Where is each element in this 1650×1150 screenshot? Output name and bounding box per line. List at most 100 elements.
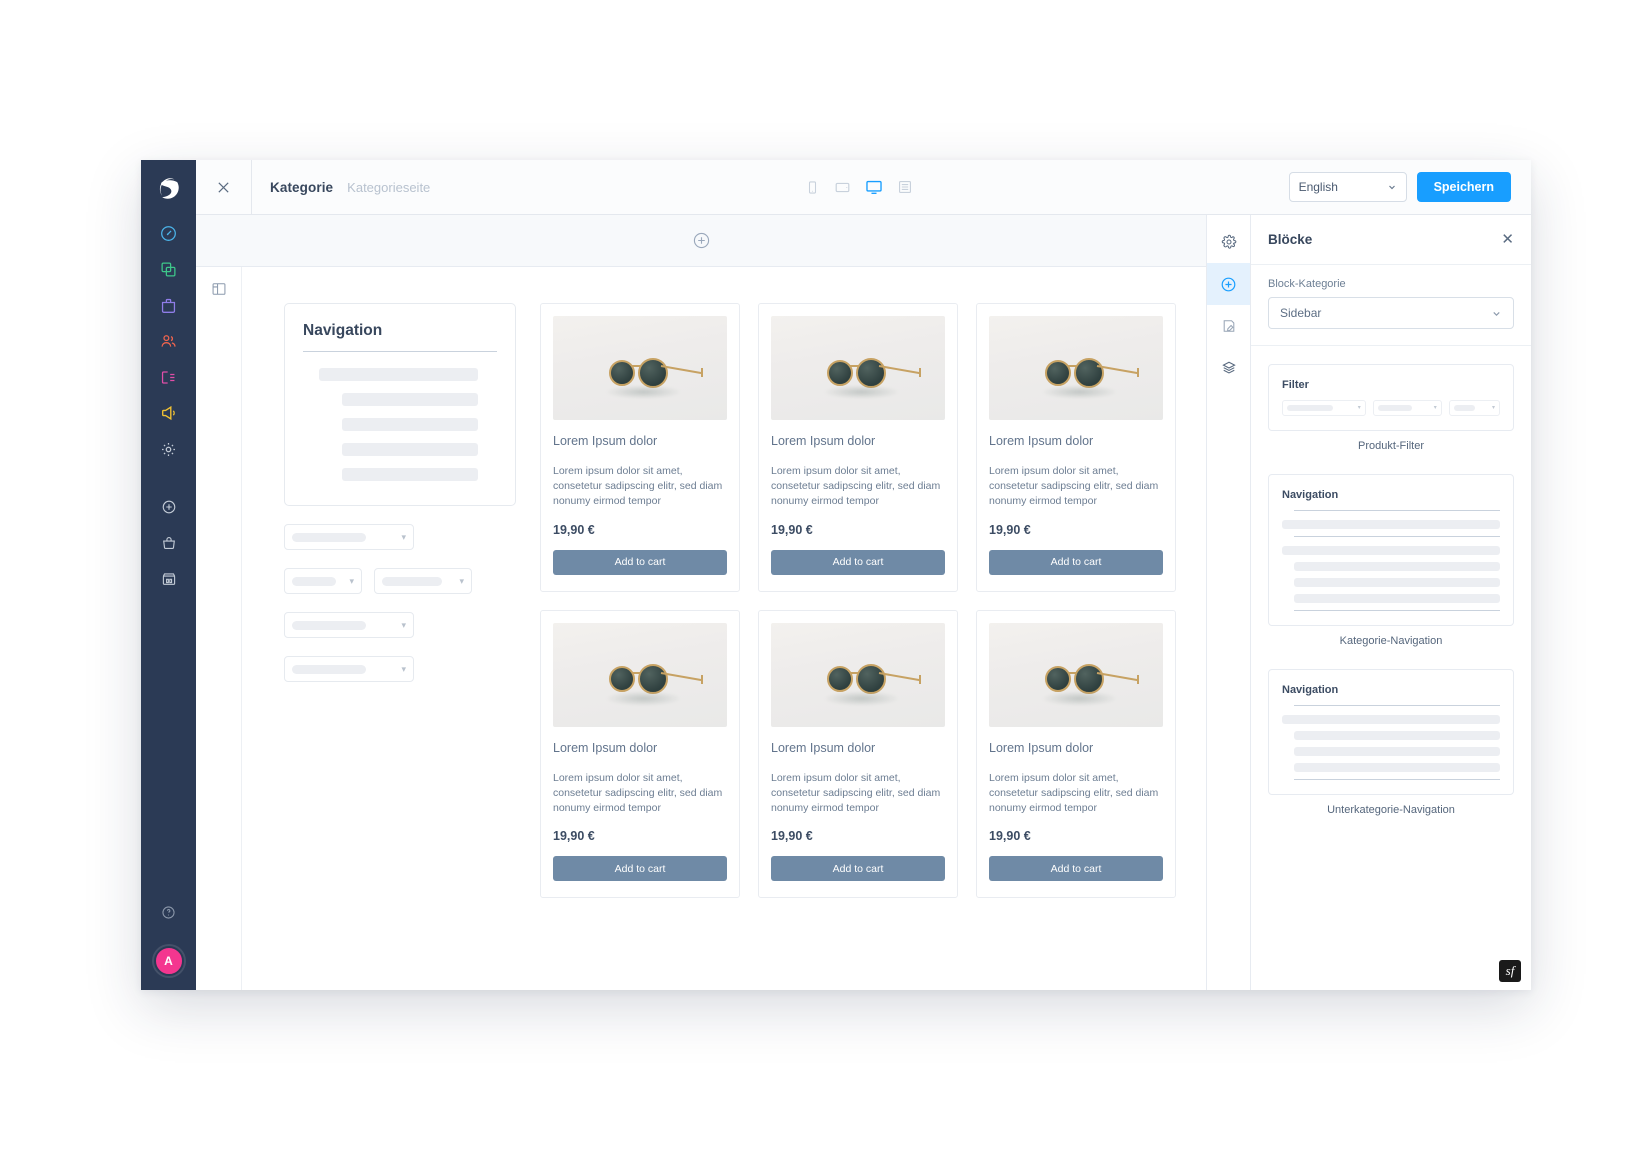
sidebar-item-orders[interactable] bbox=[141, 287, 196, 323]
breadcrumb-title: Kategorie bbox=[270, 179, 334, 195]
device-list-icon[interactable] bbox=[897, 179, 913, 195]
block-category-select[interactable]: Sidebar bbox=[1268, 297, 1514, 329]
divider bbox=[303, 351, 497, 352]
chevron-down-icon: ▾ bbox=[401, 619, 406, 630]
sidebar-item-marketing[interactable] bbox=[141, 395, 196, 431]
sidebar-item-store[interactable] bbox=[141, 525, 196, 561]
block-preview[interactable]: Navigation bbox=[1268, 474, 1514, 626]
add-to-cart-button[interactable]: Add to cart bbox=[771, 856, 945, 882]
add-to-cart-button[interactable]: Add to cart bbox=[553, 856, 727, 882]
sidebar-item-catalogues[interactable] bbox=[141, 251, 196, 287]
add-section-bar bbox=[196, 215, 1206, 267]
close-icon bbox=[218, 181, 229, 193]
product-card[interactable]: Lorem Ipsum dolor Lorem ipsum dolor sit a… bbox=[540, 609, 740, 899]
main-split: Navigation ▾ ▾ ▾ ▾ ▾ Lorem Ipsum dolor L… bbox=[196, 215, 1531, 990]
product-description: Lorem ipsum dolor sit amet, consetetur s… bbox=[771, 465, 941, 508]
layout-columns-icon[interactable] bbox=[211, 281, 227, 990]
sidebar-item-dashboard[interactable] bbox=[141, 215, 196, 251]
shopware-logo-icon[interactable] bbox=[141, 160, 196, 215]
sunglasses-product-image bbox=[553, 316, 727, 420]
block-caption: Unterkategorie-Navigation bbox=[1327, 804, 1455, 816]
product-description: Lorem ipsum dolor sit amet, consetetur s… bbox=[989, 771, 1159, 815]
filter-preview-row: ▾ ▾ ▾ bbox=[1282, 400, 1500, 416]
store-bag-icon bbox=[162, 537, 175, 549]
editor-column: Navigation ▾ ▾ ▾ ▾ ▾ Lorem Ipsum dolor L… bbox=[196, 215, 1206, 990]
product-card[interactable]: Lorem Ipsum dolor Lorem ipsum dolor sit a… bbox=[758, 609, 958, 899]
device-tablet-icon[interactable] bbox=[834, 179, 851, 196]
chevron-down-icon bbox=[1388, 185, 1395, 190]
tab-blocks[interactable] bbox=[1206, 263, 1251, 305]
select-filter-2a[interactable]: ▾ bbox=[284, 568, 362, 594]
select-filter-2b[interactable]: ▾ bbox=[374, 568, 472, 594]
canvas-sidebar: Navigation ▾ ▾ ▾ ▾ ▾ bbox=[284, 303, 516, 990]
skeleton-row bbox=[341, 468, 478, 481]
add-to-cart-button[interactable]: Add to cart bbox=[771, 549, 945, 575]
chevron-down-icon bbox=[1493, 311, 1500, 316]
product-card[interactable]: Lorem Ipsum dolor Lorem ipsum dolor sit a… bbox=[976, 303, 1176, 592]
top-bar: Kategorie Kategorieseite English Speiche… bbox=[196, 160, 1531, 215]
canvas: Navigation ▾ ▾ ▾ ▾ ▾ Lorem Ipsum dolor L… bbox=[242, 267, 1206, 990]
product-card[interactable]: Lorem Ipsum dolor Lorem ipsum dolor sit a… bbox=[976, 609, 1176, 899]
block-category-value: Sidebar bbox=[1280, 306, 1322, 320]
tab-settings[interactable] bbox=[1207, 221, 1251, 263]
breadcrumb: Kategorie Kategorieseite bbox=[252, 160, 430, 214]
product-card[interactable]: Lorem Ipsum dolor Lorem ipsum dolor sit a… bbox=[758, 303, 958, 592]
language-value: English bbox=[1298, 180, 1338, 194]
device-mobile-icon[interactable] bbox=[805, 180, 820, 195]
select-placeholder bbox=[292, 576, 336, 586]
block-category-filter: Block-Kategorie Sidebar bbox=[1251, 265, 1531, 346]
product-title: Lorem Ipsum dolor bbox=[989, 434, 1094, 448]
panel-close-button[interactable]: ✕ bbox=[1501, 232, 1514, 247]
tab-edit[interactable] bbox=[1207, 305, 1251, 347]
save-button[interactable]: Speichern bbox=[1416, 172, 1511, 202]
canvas-navigation-block[interactable]: Navigation bbox=[284, 303, 516, 506]
settings-icon bbox=[162, 442, 175, 456]
select-filter-4[interactable]: ▾ bbox=[284, 656, 414, 682]
product-description: Lorem ipsum dolor sit amet, consetetur s… bbox=[553, 771, 723, 815]
add-to-cart-button[interactable]: Add to cart bbox=[553, 549, 727, 575]
skeleton-row bbox=[318, 368, 478, 381]
filter-select-preview: ▾ bbox=[1282, 400, 1366, 416]
sidebar-item-customers[interactable] bbox=[141, 323, 196, 359]
chevron-down-icon: ▾ bbox=[401, 531, 406, 542]
sunglasses-product-image bbox=[771, 316, 945, 420]
skeleton-row bbox=[341, 418, 478, 431]
add-to-cart-button[interactable]: Add to cart bbox=[989, 549, 1163, 575]
sunglasses-product-image bbox=[989, 622, 1163, 727]
product-title: Lorem Ipsum dolor bbox=[553, 740, 658, 755]
avatar[interactable]: A bbox=[153, 946, 184, 976]
block-list-item[interactable]: Navigation Unterkategorie-Navigation bbox=[1268, 669, 1514, 816]
block-list-item[interactable]: Filter ▾ ▾ ▾ Produkt-Filter bbox=[1268, 364, 1514, 452]
close-editor-button[interactable] bbox=[196, 160, 252, 214]
sidebar-item-settings[interactable] bbox=[141, 431, 196, 467]
select-placeholder bbox=[292, 620, 366, 630]
product-price: 19,90 € bbox=[989, 829, 1031, 844]
block-preview[interactable]: Navigation bbox=[1268, 669, 1514, 795]
sidebar-item-extensions-add[interactable] bbox=[141, 489, 196, 525]
sidebar-item-content[interactable] bbox=[141, 359, 196, 395]
filter-select-preview: ▾ bbox=[1372, 400, 1442, 416]
select-placeholder bbox=[292, 664, 366, 674]
product-title: Lorem Ipsum dolor bbox=[989, 740, 1094, 755]
select-filter-1[interactable]: ▾ bbox=[284, 524, 414, 550]
sidebar-item-help[interactable] bbox=[141, 894, 196, 930]
select-filter-3[interactable]: ▾ bbox=[284, 612, 414, 638]
edit-note-icon bbox=[1223, 320, 1234, 332]
panel-header: Blöcke ✕ bbox=[1251, 215, 1531, 265]
block-preview[interactable]: Filter ▾ ▾ ▾ bbox=[1268, 364, 1514, 431]
block-caption: Kategorie-Navigation bbox=[1339, 635, 1443, 647]
block-preview-title: Navigation bbox=[1282, 489, 1339, 501]
orders-icon bbox=[161, 298, 176, 313]
product-title: Lorem Ipsum dolor bbox=[771, 434, 876, 448]
product-card[interactable]: Lorem Ipsum dolor Lorem ipsum dolor sit a… bbox=[540, 303, 740, 592]
block-list-item[interactable]: Navigation Kategorie-Navigation bbox=[1268, 474, 1514, 647]
product-grid: Lorem Ipsum dolor Lorem ipsum dolor sit a… bbox=[540, 303, 1176, 990]
rail-secondary-items bbox=[141, 489, 196, 597]
language-select[interactable]: English bbox=[1288, 172, 1407, 202]
add-section-button[interactable] bbox=[692, 231, 711, 250]
sidebar-item-my-extensions[interactable] bbox=[141, 561, 196, 597]
tab-layers[interactable] bbox=[1207, 347, 1251, 389]
add-to-cart-button[interactable]: Add to cart bbox=[989, 856, 1163, 882]
sunglasses-product-image bbox=[553, 622, 727, 727]
device-desktop-icon[interactable] bbox=[865, 178, 883, 196]
